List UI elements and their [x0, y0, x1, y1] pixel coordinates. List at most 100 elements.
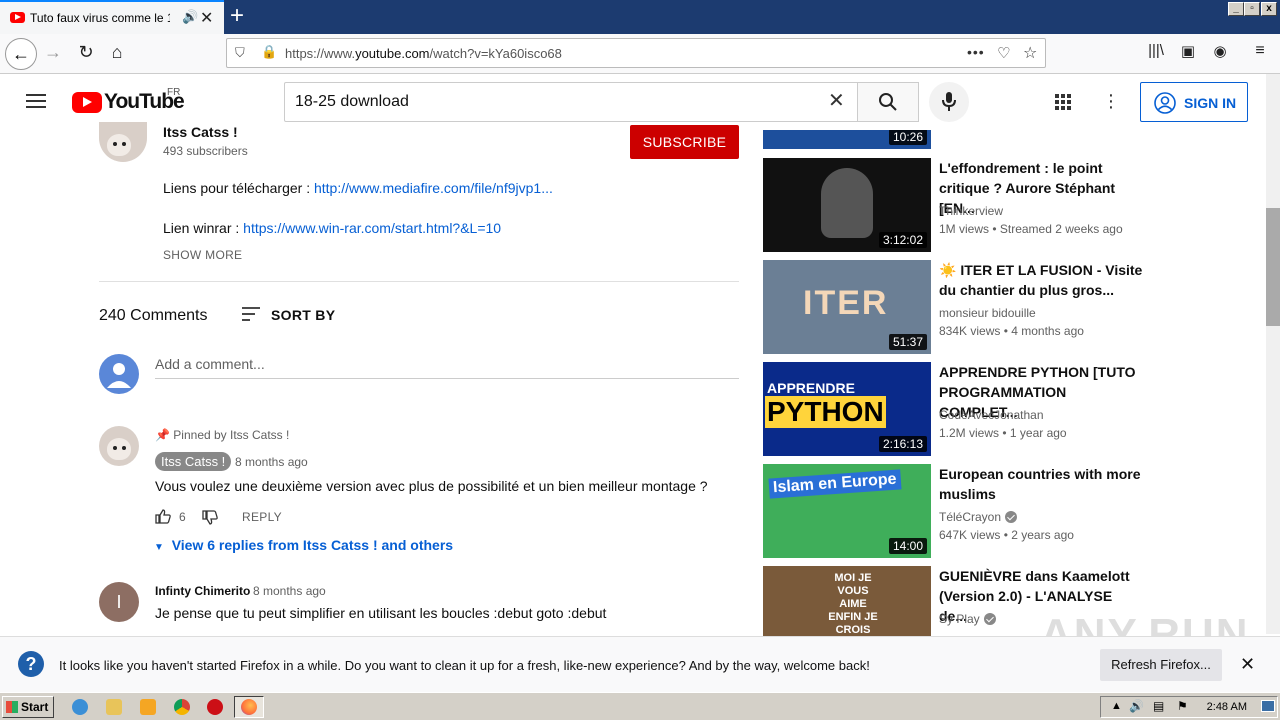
thumbs-down-icon[interactable] — [202, 510, 218, 525]
browser-tab-bar: Tuto faux virus comme le 18 2 🔊 ✕ + _ ▫ … — [0, 0, 1280, 34]
video-thumbnail[interactable]: 3:12:02 — [763, 158, 931, 252]
video-meta: 647K views • 2 years ago — [939, 528, 1074, 542]
library-icon[interactable]: |||\ — [1144, 42, 1168, 59]
maximize-button[interactable]: ▫ — [1244, 2, 1260, 16]
video-channel[interactable]: Thinkerview — [939, 204, 1003, 218]
media-player-icon[interactable] — [140, 699, 156, 715]
tray-arrow-icon[interactable]: ▲ — [1111, 700, 1122, 712]
url-text[interactable]: https://www.youtube.com/watch?v=kYa60isc… — [285, 46, 562, 61]
firefox-taskbar-button[interactable] — [234, 696, 264, 718]
pocket-icon[interactable]: ♡ — [997, 44, 1010, 62]
search-box[interactable] — [284, 82, 858, 122]
volume-icon[interactable]: 🔊 — [1129, 699, 1144, 713]
comment-time[interactable]: 8 months ago — [253, 584, 326, 598]
show-desktop-icon[interactable] — [1261, 700, 1275, 712]
video-thumbnail[interactable]: MOI JE VOUS AIME ENFIN JE CROIS — [763, 566, 931, 636]
winrar-link[interactable]: https://www.win-rar.com/start.html?&L=10 — [243, 220, 501, 236]
menu-icon[interactable]: ≡ — [1248, 42, 1272, 60]
sidebar-icon[interactable]: ▣ — [1176, 42, 1200, 60]
sign-in-label: SIGN IN — [1184, 95, 1237, 111]
refresh-firefox-button[interactable]: Refresh Firefox... — [1100, 649, 1222, 681]
settings-dots-icon[interactable]: · · · — [1104, 85, 1118, 117]
reply-button[interactable]: REPLY — [242, 510, 282, 524]
clear-search-icon[interactable]: ✕ — [828, 90, 845, 112]
video-thumbnail[interactable]: APPRENDRE PYTHON 2:16:13 — [763, 362, 931, 456]
thumbnail-text: ITER — [803, 284, 889, 322]
video-meta: 1.2M views • 1 year ago — [939, 426, 1067, 440]
network-icon[interactable]: ▤ — [1153, 699, 1164, 713]
back-button[interactable]: ← — [5, 38, 37, 70]
comment-input-underline — [155, 378, 739, 379]
hamburger-menu-icon[interactable] — [26, 94, 46, 108]
add-comment-input[interactable]: Add a comment... — [155, 356, 265, 372]
video-thumbnail[interactable]: ITER 51:37 — [763, 260, 931, 354]
video-channel[interactable]: TéléCrayon — [939, 510, 1018, 524]
account-icon[interactable]: ◉ — [1208, 42, 1232, 60]
thumbs-up-icon[interactable] — [155, 509, 171, 524]
speaker-icon[interactable]: 🔊 — [182, 9, 198, 25]
scrollbar-thumb[interactable] — [1266, 208, 1280, 326]
page-scrollbar[interactable] — [1266, 74, 1280, 634]
search-button[interactable] — [857, 82, 919, 122]
clock[interactable]: 2:48 AM — [1207, 701, 1247, 713]
mediafire-link[interactable]: http://www.mediafire.com/file/nf9jvp1... — [314, 180, 553, 196]
shield-icon[interactable]: ⛉ — [235, 45, 245, 61]
sort-icon[interactable] — [242, 307, 260, 321]
video-duration: 14:00 — [888, 538, 927, 554]
comment-text: Je pense que tu peut simplifier en utili… — [155, 605, 607, 621]
video-channel-name: TéléCrayon — [939, 510, 1002, 524]
video-title[interactable]: ☀️ ITER ET LA FUSION - Visite du chantie… — [939, 260, 1144, 300]
close-tab-icon[interactable]: ✕ — [200, 8, 213, 28]
microphone-icon — [942, 92, 956, 111]
new-tab-button[interactable]: + — [230, 2, 244, 30]
close-notification-icon[interactable]: ✕ — [1240, 654, 1255, 675]
flag-icon[interactable]: ⚑ — [1177, 699, 1188, 713]
start-button[interactable]: Start — [2, 696, 54, 718]
minimize-button[interactable]: _ — [1228, 2, 1244, 16]
chevron-down-icon: ▼ — [154, 542, 164, 553]
pinned-label: 📌 Pinned by Itss Catss ! — [155, 428, 289, 442]
subscribe-button[interactable]: SUBSCRIBE — [630, 125, 739, 159]
search-input[interactable] — [295, 91, 815, 113]
youtube-logo-icon[interactable] — [72, 92, 102, 113]
lock-icon[interactable]: 🔒 — [261, 44, 277, 60]
description-label-1: Liens pour télécharger : — [163, 180, 314, 196]
url-bar[interactable]: ⛉ 🔒 https://www.youtube.com/watch?v=kYa6… — [226, 38, 1046, 68]
thumbnail-text: PYTHON — [765, 396, 886, 428]
sort-by-button[interactable]: SORT BY — [271, 307, 335, 323]
close-window-button[interactable]: x — [1261, 2, 1277, 16]
tab-title: Tuto faux virus comme le 18 2 — [30, 11, 170, 25]
comment-author-badge[interactable]: Itss Catss ! — [155, 452, 232, 471]
video-channel-name: Sy Play — [939, 612, 980, 626]
chrome-icon[interactable] — [174, 699, 190, 715]
video-title[interactable]: European countries with more muslims — [939, 464, 1144, 504]
opera-icon[interactable] — [207, 699, 223, 715]
apps-grid-icon[interactable] — [1055, 94, 1073, 112]
video-channel[interactable]: Sy Play — [939, 612, 996, 626]
view-replies-button[interactable]: ▼ View 6 replies from Itss Catss ! and o… — [154, 537, 453, 553]
video-channel[interactable]: CodeAvecJonathan — [939, 408, 1044, 422]
comment-author[interactable]: Infinty Chimerito — [155, 584, 250, 598]
reload-button[interactable]: ↻ — [74, 42, 98, 63]
channel-avatar[interactable] — [99, 122, 147, 162]
bookmark-star-icon[interactable]: ☆ — [1023, 43, 1037, 63]
home-button[interactable]: ⌂ — [105, 42, 129, 63]
comment-avatar[interactable] — [99, 426, 139, 466]
page-actions-icon[interactable]: ••• — [967, 44, 985, 60]
video-channel[interactable]: monsieur bidouille — [939, 306, 1036, 320]
video-thumbnail[interactable]: Islam en Europe 14:00 — [763, 464, 931, 558]
voice-search-button[interactable] — [929, 82, 969, 122]
browser-tab[interactable]: Tuto faux virus comme le 18 2 🔊 ✕ — [0, 0, 224, 34]
ie-icon[interactable] — [72, 699, 88, 715]
notification-text: It looks like you haven't started Firefo… — [59, 658, 870, 673]
folder-icon[interactable] — [106, 699, 122, 715]
comment-avatar-letter[interactable]: I — [99, 582, 139, 622]
video-thumbnail[interactable]: 10:26 — [763, 130, 931, 149]
sign-in-button[interactable]: SIGN IN — [1140, 82, 1248, 122]
pin-icon: 📌 — [155, 428, 170, 442]
show-more-button[interactable]: SHOW MORE — [163, 248, 242, 262]
channel-name[interactable]: Itss Catss ! — [163, 124, 238, 140]
forward-button[interactable]: → — [41, 42, 65, 63]
system-tray: ▲ 🔊 ▤ ⚑ 2:48 AM — [1100, 696, 1278, 718]
comment-time[interactable]: 8 months ago — [235, 455, 308, 469]
